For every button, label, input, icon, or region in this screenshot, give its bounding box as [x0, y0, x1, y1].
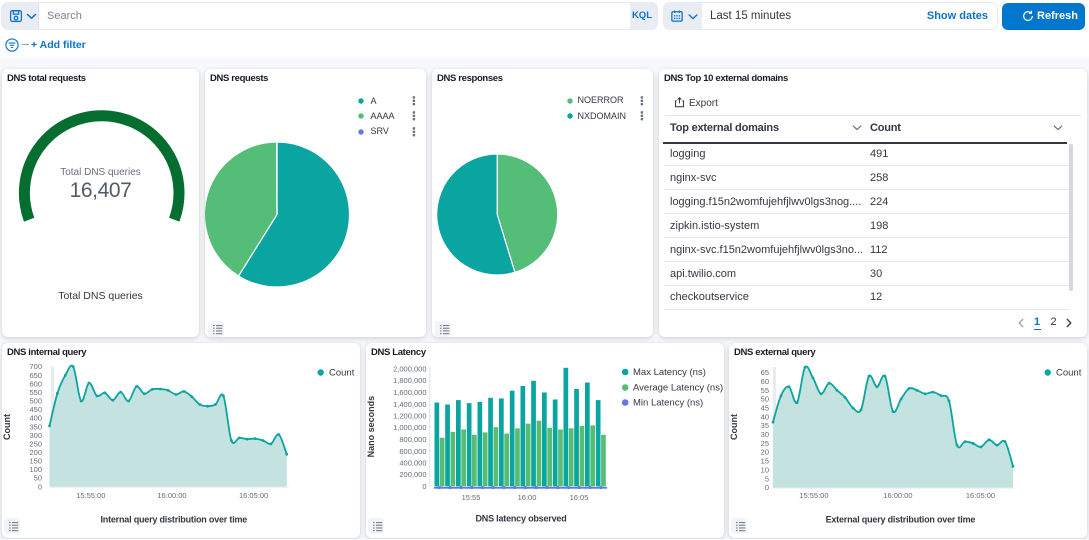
- svg-text:100: 100: [29, 465, 42, 474]
- svg-text:25: 25: [761, 439, 769, 448]
- svg-text:1,800,000: 1,800,000: [393, 376, 426, 385]
- svg-text:5: 5: [765, 474, 769, 483]
- svg-text:16:00: 16:00: [518, 493, 537, 502]
- svg-text:16:05: 16:05: [570, 493, 589, 502]
- svg-text:65: 65: [761, 368, 769, 377]
- svg-text:External query distribution ov: External query distribution over time: [826, 514, 976, 524]
- svg-text:30: 30: [761, 430, 769, 439]
- svg-text:16:00:00: 16:00:00: [883, 491, 912, 500]
- svg-text:400: 400: [29, 414, 42, 423]
- svg-text:250: 250: [29, 439, 42, 448]
- svg-text:Internal query distribution ov: Internal query distribution over time: [100, 514, 247, 524]
- svg-text:15:55:00: 15:55:00: [799, 491, 828, 500]
- svg-text:15: 15: [761, 457, 769, 466]
- svg-text:50: 50: [761, 395, 769, 404]
- svg-text:1,200,000: 1,200,000: [393, 412, 426, 421]
- svg-text:600: 600: [29, 379, 42, 388]
- svg-text:DNS latency observed: DNS latency observed: [475, 514, 566, 524]
- svg-text:0: 0: [765, 483, 769, 492]
- svg-text:200: 200: [29, 448, 42, 457]
- svg-text:Max Latency (ns): Max Latency (ns): [633, 367, 706, 378]
- svg-text:Count: Count: [729, 414, 739, 440]
- svg-text:600,000: 600,000: [399, 447, 426, 456]
- svg-text:1,400,000: 1,400,000: [393, 400, 426, 409]
- svg-text:1,000,000: 1,000,000: [393, 423, 426, 432]
- svg-text:Count: Count: [1056, 368, 1082, 379]
- svg-text:45: 45: [761, 404, 769, 413]
- svg-text:Min Latency (ns): Min Latency (ns): [633, 398, 703, 409]
- svg-text:Nano seconds: Nano seconds: [366, 396, 376, 458]
- svg-text:20: 20: [761, 448, 769, 457]
- svg-text:50: 50: [34, 474, 42, 483]
- svg-text:16:05:00: 16:05:00: [239, 491, 268, 500]
- svg-text:500: 500: [29, 397, 42, 406]
- svg-text:16:00:00: 16:00:00: [157, 491, 186, 500]
- svg-text:450: 450: [29, 405, 42, 414]
- svg-text:55: 55: [761, 386, 769, 395]
- svg-text:650: 650: [29, 371, 42, 380]
- svg-text:200,000: 200,000: [399, 470, 426, 479]
- svg-text:800,000: 800,000: [399, 435, 426, 444]
- svg-text:60: 60: [761, 377, 769, 386]
- svg-text:1,600,000: 1,600,000: [393, 388, 426, 397]
- svg-text:0: 0: [38, 482, 42, 491]
- svg-text:Average Latency (ns): Average Latency (ns): [633, 383, 723, 394]
- svg-text:Count: Count: [2, 414, 12, 440]
- svg-text:15:55:00: 15:55:00: [76, 491, 105, 500]
- svg-text:2,000,000: 2,000,000: [393, 365, 426, 374]
- svg-text:15:55: 15:55: [462, 493, 481, 502]
- svg-text:300: 300: [29, 431, 42, 440]
- svg-text:700: 700: [29, 362, 42, 371]
- svg-text:0: 0: [422, 482, 426, 491]
- svg-text:150: 150: [29, 457, 42, 466]
- svg-text:35: 35: [761, 421, 769, 430]
- svg-text:40: 40: [761, 412, 769, 421]
- svg-text:550: 550: [29, 388, 42, 397]
- svg-text:10: 10: [761, 465, 769, 474]
- svg-text:16:05:00: 16:05:00: [966, 491, 995, 500]
- svg-text:400,000: 400,000: [399, 459, 426, 468]
- svg-text:Count: Count: [329, 368, 355, 379]
- svg-text:350: 350: [29, 422, 42, 431]
